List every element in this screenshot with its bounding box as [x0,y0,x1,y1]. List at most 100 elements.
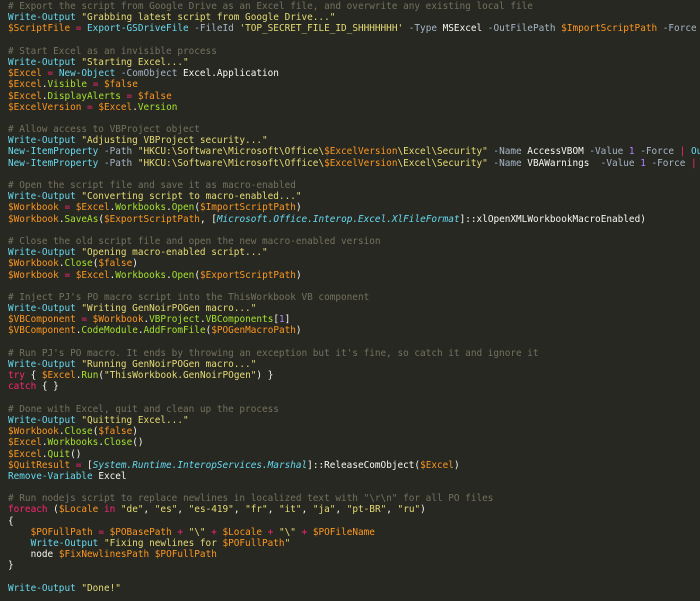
code-token: -Type [403,23,443,35]
code-token: # Export the script from Google Drive as… [8,1,533,12]
code-line: Write-Output "Running GenNoirPOGen macro… [8,359,700,370]
code-line: ​ [8,482,700,493]
code-token: $Excel [8,448,42,460]
code-token: $Excel [75,269,110,281]
code-line: Write-Output "Writing GenNoirPOGen macro… [8,303,700,314]
code-token: = [70,459,88,471]
code-token: MSExcel [442,23,488,35]
code-token: = [87,79,104,91]
code-token: Workbooks [115,202,167,214]
code-token: -Force [634,146,675,158]
code-token: 'TOP_SECRET_FILE_ID_SHHHHHHH' [239,23,404,35]
code-editor[interactable]: # Export the script from Google Drive as… [0,0,700,601]
code-token: VBComponents [205,314,274,326]
code-token: $ScriptFile [8,23,71,35]
code-line: ​ [8,169,700,180]
code-token: $Workbook [92,314,144,326]
code-line: New-ItemProperty -Path "HKCU:\Software\M… [8,158,700,169]
code-token: $POFullPath [30,526,93,538]
code-token: "Done!" [81,582,121,594]
code-token: Remove-Variable [8,470,99,482]
code-token: = [70,23,88,35]
code-token: Workbooks [47,437,99,449]
code-line: ​ [8,225,700,236]
code-token: "fr" [245,504,268,516]
code-token: "Adjusting VBProject security..." [81,135,268,147]
code-token: Write-Output [8,582,82,594]
code-token: AccessVBOM [527,146,590,158]
code-line: Write-Output "Quitting Excel..." [8,415,700,426]
code-token: $Workbook [8,202,59,214]
code-token: Excel.Application [183,68,279,80]
code-token: $ImportScriptPath [561,23,658,35]
code-token: # Run PJ's PO macro. It ends by throwing… [8,347,539,359]
code-token: Write-Output [8,247,82,259]
code-token: CodeModule [81,325,138,337]
code-token: "Grabbing latest script from Google Driv… [81,12,336,24]
code-line: ​ [8,113,700,124]
code-token: $VBComponent [8,314,76,326]
code-token: = [58,202,76,214]
code-token: $FixNewlinesPath [58,549,150,561]
code-token: Run [81,370,99,382]
code-token: $false [103,79,138,91]
code-token: Export-GSDriveFile [87,23,195,35]
code-token: Close [104,437,133,449]
code-token: ) [453,459,460,471]
code-token: $Workbook [8,426,59,438]
code-token: = [81,101,99,113]
code-token: "Fixing newlines for [103,538,223,549]
code-token: "Running GenNoirPOGen macro..." [81,359,257,370]
code-token: VBProject [149,314,200,326]
code-token: \Excel\Security" [397,146,488,158]
code-token: ]::ReleaseComObject( [307,459,421,471]
code-token: | [674,146,692,158]
code-token: foreach [8,504,48,516]
code-line: Write-Output "Grabbing latest script fro… [8,12,700,23]
code-token: ) } [256,370,274,382]
code-token: , [267,504,279,516]
code-token: -Force [657,23,697,35]
code-token: Close [64,426,93,438]
code-line: Write-Output "Starting Excel..." [8,57,700,68]
code-token: "ThisWorkbook.GenNoirPOgen" [104,370,257,382]
code-token: $Excel [420,459,454,471]
code-token: $ExportScriptPath [199,269,296,281]
code-token: "Quitting Excel..." [81,414,189,426]
code-token: # Close the old script file and open the… [8,235,381,247]
code-token: = [75,314,93,326]
code-token: Version [137,101,178,113]
code-line: # Start Excel as an invisible process [8,46,700,57]
code-token: DisplayAlerts [47,90,121,102]
code-token: $Locale [222,526,263,538]
code-token: " [284,538,291,549]
code-token: $Excel [8,68,42,80]
code-token: $ExcelVersion [324,146,398,158]
code-token: -ComObject [120,68,183,80]
code-line: ​ [8,393,700,404]
code-token: "es-419" [188,504,234,516]
code-token: + [262,526,279,538]
code-line: try { $Excel.Run("ThisWorkbook.GenNoirPO… [8,370,700,381]
code-token: + [295,526,313,538]
code-token: ) [420,504,426,516]
code-token: catch [8,381,37,393]
code-token: $Excel [8,79,42,91]
code-line: $Workbook = $Excel.Workbooks.Open($Expor… [8,270,700,281]
code-token: "ja" [312,504,336,516]
code-token: "Writing GenNoirPOGen macro..." [81,303,257,315]
code-token: = [120,90,138,102]
code-token: New-ItemProperty [8,157,104,169]
code-token: $POFullPath [222,538,285,549]
code-token: -Path [103,146,138,158]
code-token: "ru" [397,504,421,516]
code-token: , [177,504,189,516]
code-line: $Workbook.Close($false) [8,426,700,437]
code-token: # Open the script file and save it as ma… [8,180,296,191]
code-token: Write-Output [30,538,104,549]
code-line: # Run nodejs script to replace newlines … [8,493,700,504]
code-line: Remove-Variable Excel [8,471,700,482]
code-token: "pt-BR" [346,504,387,516]
code-line: # Export the script from Google Drive as… [8,1,700,12]
